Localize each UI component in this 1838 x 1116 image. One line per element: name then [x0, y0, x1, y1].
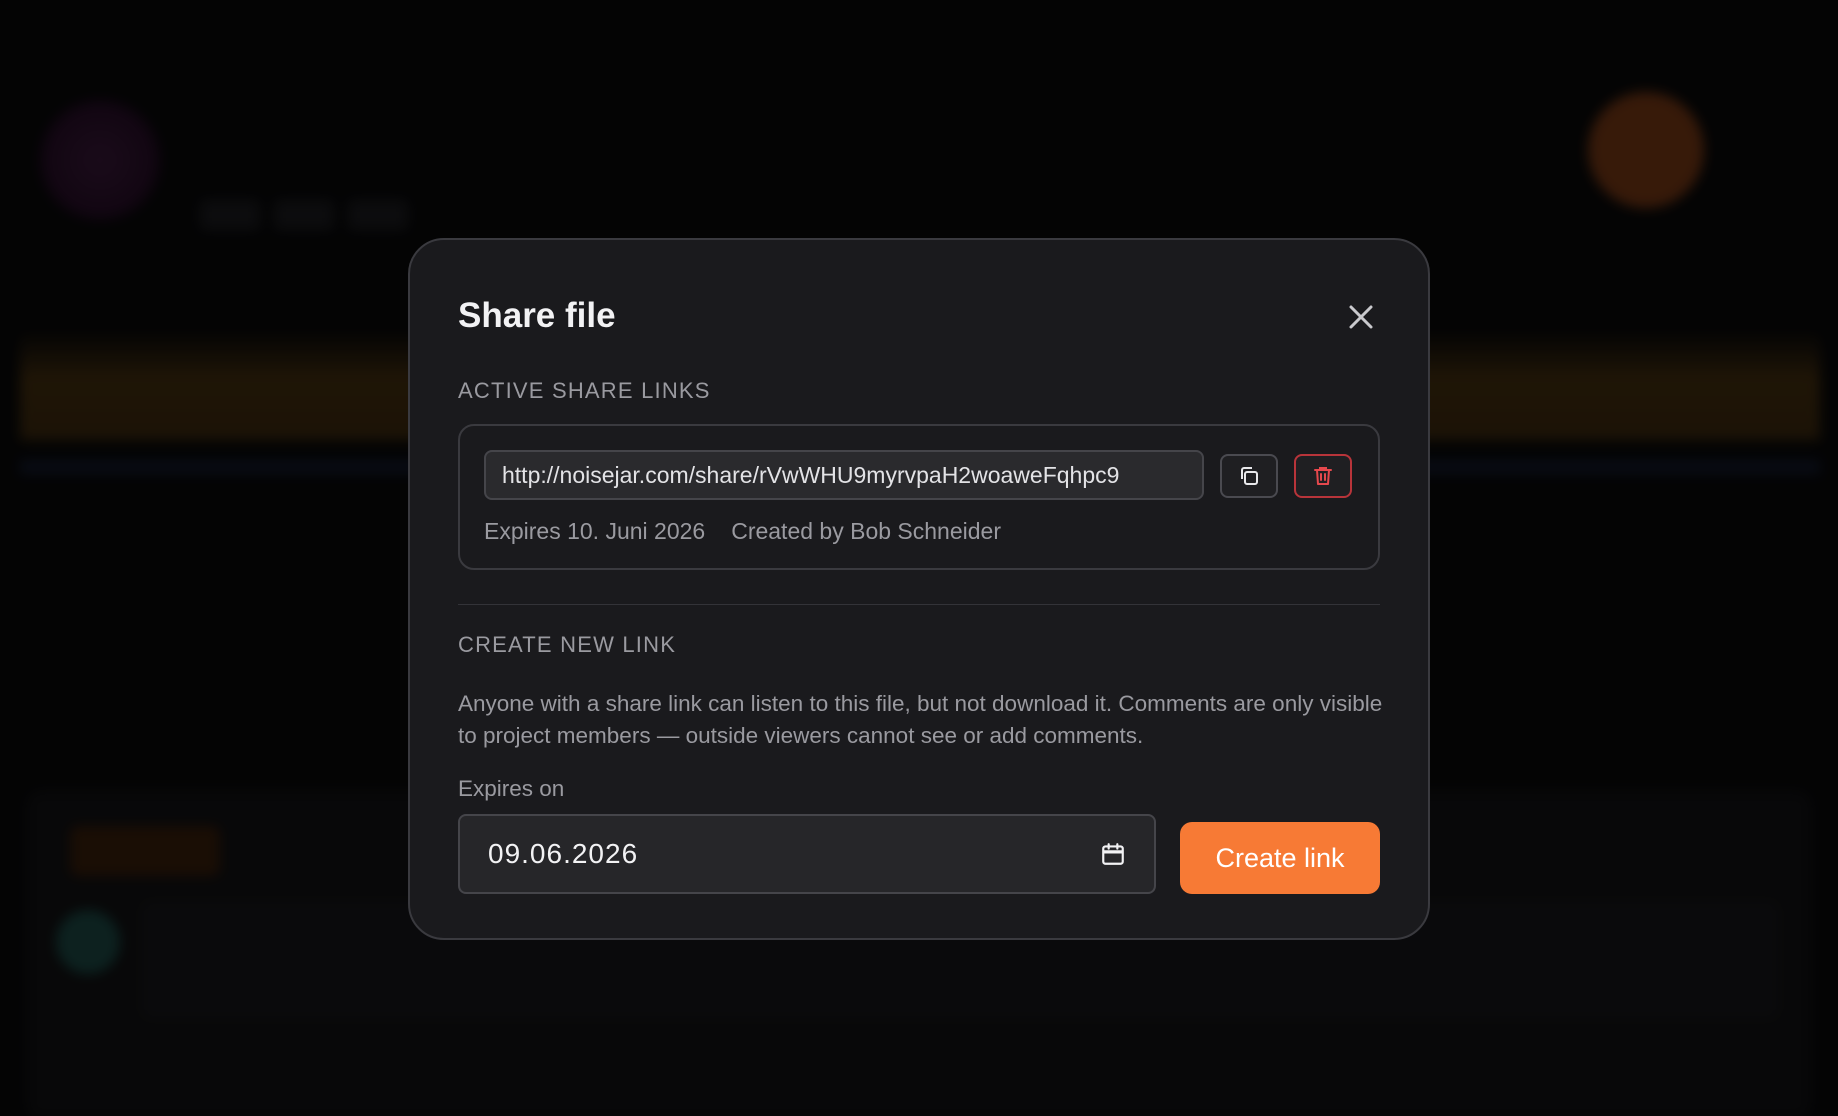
share-link-expires: Expires 10. Juni 2026	[484, 518, 706, 544]
share-link-meta: Expires 10. Juni 2026 Created by Bob Sch…	[484, 518, 1001, 545]
create-link-button[interactable]: Create link	[1180, 822, 1380, 894]
expires-on-label: Expires on	[458, 776, 565, 801]
close-button[interactable]	[1344, 300, 1378, 334]
copy-link-button[interactable]	[1220, 454, 1278, 498]
share-link-item: http://noisejar.com/share/rVwWHU9myrvpaH…	[458, 424, 1380, 570]
share-link-url-field[interactable]: http://noisejar.com/share/rVwWHU9myrvpaH…	[484, 450, 1204, 500]
share-link-creator: Created by Bob Schneider	[731, 518, 1001, 544]
close-icon	[1349, 305, 1373, 329]
trash-icon	[1314, 467, 1332, 485]
section-divider	[458, 604, 1380, 605]
expiry-date-input[interactable]: 09.06.2026	[458, 814, 1156, 894]
dialog-title: Share file	[458, 296, 616, 335]
active-links-section-label: ACTIVE SHARE LINKS	[458, 378, 711, 403]
calendar-icon[interactable]	[1100, 841, 1126, 867]
create-link-section-label: CREATE NEW LINK	[458, 632, 677, 657]
share-description: Anyone with a share link can listen to t…	[458, 691, 1383, 748]
delete-link-button[interactable]	[1294, 454, 1352, 498]
copy-icon	[1241, 467, 1258, 485]
share-file-dialog: Share file ACTIVE SHARE LINKS http://noi…	[408, 238, 1430, 940]
expiry-date-value: 09.06.2026	[488, 838, 639, 869]
